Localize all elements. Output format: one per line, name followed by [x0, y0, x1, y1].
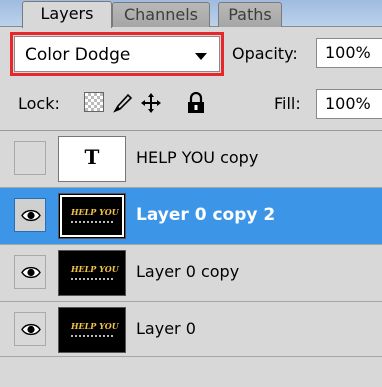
layer-name: Layer 0 [136, 319, 196, 338]
tab-channels[interactable]: Channels [112, 2, 210, 27]
eye-icon [21, 266, 41, 279]
lock-transparent-pixels-icon[interactable] [84, 92, 104, 112]
fill-label: Fill: [274, 94, 301, 113]
chevron-down-icon [195, 53, 207, 60]
blend-mode-value: Color Dodge [25, 45, 131, 65]
visibility-toggle[interactable] [14, 255, 46, 289]
text-layer-thumbnail: T [58, 136, 126, 182]
layer-thumbnail: HELP YOU [58, 193, 126, 239]
layer-thumbnail: HELP YOU [58, 307, 126, 353]
panel-footer [0, 356, 382, 387]
layer-name: HELP YOU copy [136, 148, 259, 167]
visibility-toggle[interactable] [14, 312, 46, 346]
eye-icon [21, 209, 41, 222]
lock-position-icon[interactable] [140, 92, 161, 113]
tab-paths[interactable]: Paths [218, 2, 282, 27]
fill-input[interactable]: 100% [316, 89, 382, 119]
layer-thumbnail: HELP YOU [58, 250, 126, 296]
opacity-label: Opacity: [232, 44, 298, 63]
layer-row-layer-0[interactable]: HELP YOU Layer 0 [0, 302, 382, 359]
opacity-input[interactable]: 100% [316, 38, 382, 68]
lock-image-pixels-icon[interactable] [112, 92, 133, 113]
layer-name: Layer 0 copy [136, 262, 240, 281]
layer-row-help-you-copy[interactable]: T HELP YOU copy [0, 131, 382, 188]
layer-row-layer-0-copy-2[interactable]: HELP YOU Layer 0 copy 2 [0, 188, 382, 245]
lock-label: Lock: [18, 94, 60, 113]
lock-all-icon[interactable] [186, 91, 206, 113]
visibility-toggle[interactable] [14, 141, 46, 175]
layer-name: Layer 0 copy 2 [136, 205, 276, 225]
type-layer-icon: T [84, 145, 100, 169]
tab-layers[interactable]: Layers [22, 1, 112, 28]
visibility-toggle[interactable] [14, 198, 46, 232]
panel-tab-strip: Channels Paths Layers [0, 0, 382, 28]
eye-icon [21, 323, 41, 336]
layer-row-layer-0-copy[interactable]: HELP YOU Layer 0 copy [0, 245, 382, 302]
layers-list: T HELP YOU copy HELP YOU Layer 0 copy 2 … [0, 130, 382, 359]
blend-mode-dropdown[interactable]: Color Dodge [10, 32, 224, 76]
